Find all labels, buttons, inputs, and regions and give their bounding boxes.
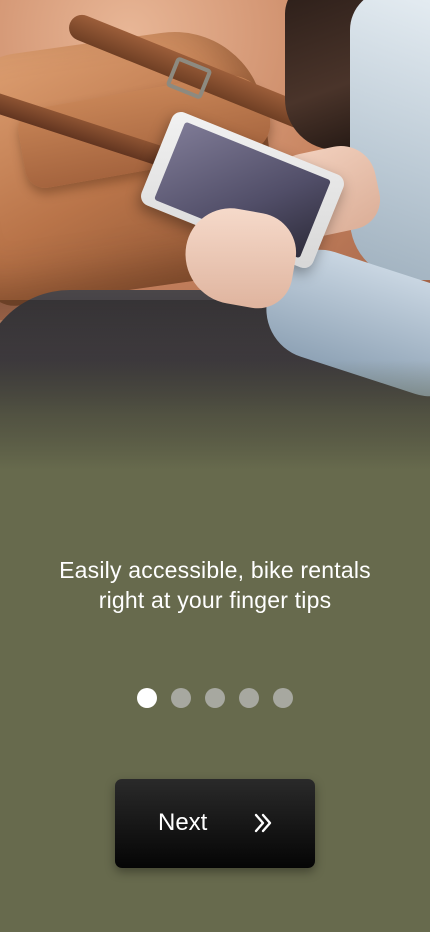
page-indicator bbox=[0, 688, 430, 710]
page-dot-1[interactable] bbox=[137, 688, 157, 708]
page-dot-3[interactable] bbox=[205, 688, 225, 708]
page-dot-2[interactable] bbox=[171, 688, 191, 708]
hero-fade bbox=[0, 360, 430, 470]
next-button[interactable]: Next bbox=[115, 779, 315, 868]
next-button-label: Next bbox=[158, 809, 208, 836]
page-dot-5[interactable] bbox=[273, 688, 293, 708]
onboarding-screen: Easily accessible, bike rentals right at… bbox=[0, 0, 430, 932]
page-dot-4[interactable] bbox=[239, 688, 259, 708]
onboarding-tagline: Easily accessible, bike rentals right at… bbox=[59, 557, 371, 613]
hero-image bbox=[0, 0, 430, 470]
double-chevron-right-icon bbox=[254, 813, 272, 833]
person-shirt bbox=[350, 0, 430, 280]
